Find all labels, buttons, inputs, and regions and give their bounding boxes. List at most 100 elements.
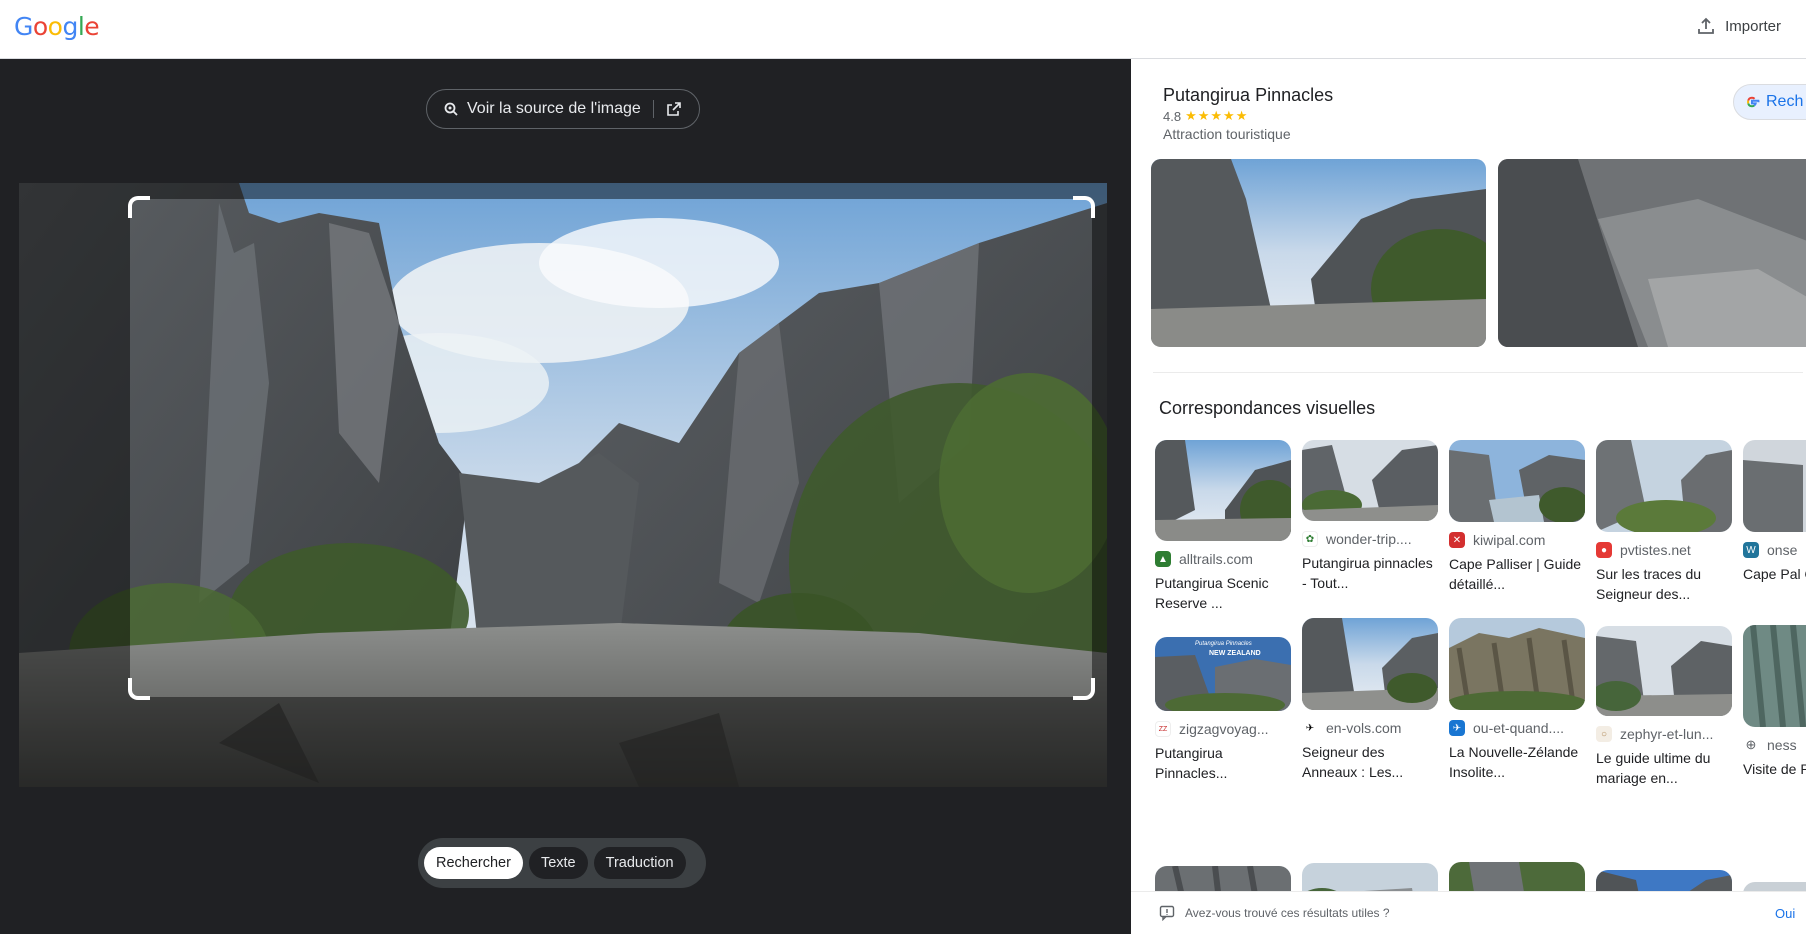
result-site: en-vols.com [1326,720,1402,736]
result-thumbnail [1743,440,1806,532]
result-thumbnail [1743,625,1806,727]
result-caption: Putangirua Pinnacles... [1155,745,1228,781]
mode-selector: Rechercher Texte Traduction [418,838,706,888]
place-rating: 4.8 ★★★★★ [1163,108,1248,124]
ou-et-quand-favicon-icon: ✈ [1449,720,1465,736]
result-site: zigzagvoyag... [1179,721,1269,737]
feedback-question: Avez-vous trouvé ces résultats utiles ? [1185,906,1390,920]
thumb-overlay-title: Putangirua Pinnacles [1195,641,1252,647]
wonder-trip-favicon-icon: ✿ [1302,531,1318,547]
logo-letter-e: e [84,12,100,41]
result-card[interactable]: ✈ en-vols.com Seigneur des Anneaux : Les.… [1302,618,1438,782]
globe-icon: ⊕ [1743,737,1759,753]
en-vols-favicon-icon: ✈ [1302,720,1318,736]
view-image-source-label: Voir la source de l'image [467,100,641,117]
result-card[interactable]: ✈ ou-et-quand.... La Nouvelle-Zélande Ins… [1449,618,1585,782]
feedback-bar: Avez-vous trouvé ces résultats utiles ? … [1131,891,1806,934]
logo-letter-o2: o [47,12,63,41]
feedback-yes-button[interactable]: Oui [1775,906,1795,921]
result-thumbnail [1596,440,1732,532]
view-image-source-button[interactable]: Voir la source de l'image [426,89,700,129]
google-search-button[interactable]: Rech [1733,84,1806,120]
pvtistes-favicon-icon: ● [1596,542,1612,558]
google-logo[interactable]: Google [14,12,100,41]
rock-wall-thumbnail [1498,159,1806,347]
thumb-overlay-subtitle: NEW ZEALAND [1209,650,1261,657]
result-card[interactable]: ▲ alltrails.com Putangirua Scenic Reserve… [1155,440,1291,613]
result-caption: Putangirua pinnacles - Tout... [1302,555,1433,591]
button-divider [652,100,654,118]
place-photo-1[interactable] [1151,159,1486,347]
result-thumbnail [1449,618,1585,710]
crop-shade-left [19,199,130,697]
section-divider [1153,372,1803,373]
result-card[interactable]: ● pvtistes.net Sur les traces du Seigneur… [1596,440,1732,604]
crop-handle-top-left[interactable] [128,196,150,218]
kiwipal-favicon-icon: ✕ [1449,532,1465,548]
top-bar: Google Importer [0,0,1806,59]
result-site: alltrails.com [1179,551,1253,567]
result-thumbnail [1449,440,1585,522]
results-pane: Putangirua Pinnacles 4.8 ★★★★★ Attractio… [1131,59,1806,934]
result-thumbnail [1596,626,1732,716]
visual-matches-title: Correspondances visuelles [1159,398,1376,418]
import-label: Importer [1725,17,1781,35]
place-category: Attraction touristique [1163,126,1291,142]
crop-shade-top [19,183,1107,199]
search-button-label: Rech [1766,93,1804,110]
result-caption: Visite de Putangir [1743,761,1806,777]
image-viewer-pane: Voir la source de l'image Rechercher Tex… [0,59,1131,934]
place-photo-2[interactable] [1498,159,1806,347]
zephyr-favicon-icon: ○ [1596,726,1612,742]
lens-search-icon [443,101,459,117]
result-card[interactable]: ⊕ ness Visite de Putangir [1743,625,1806,799]
import-button[interactable]: Importer [1697,13,1781,39]
google-g-icon [1744,94,1760,110]
result-card[interactable]: Putangirua Pinnacles NEW ZEALAND ZZ zigza… [1155,637,1291,783]
query-image[interactable] [19,183,1107,787]
result-card[interactable]: ✕ kiwipal.com Cape Palliser | Guide détai… [1449,440,1585,594]
wordpress-favicon-icon: W [1743,542,1759,558]
feedback-icon [1159,905,1175,921]
result-thumbnail [1302,440,1438,521]
result-thumbnail: Putangirua Pinnacles NEW ZEALAND [1155,637,1291,711]
zigzag-favicon-icon: ZZ [1155,721,1171,737]
result-card[interactable]: Wonse Cape Pal On se ca [1743,440,1806,604]
logo-letter-g2: g [62,12,78,41]
logo-letter-o1: o [32,12,48,41]
result-caption: Sur les traces du Seigneur des... [1596,566,1702,602]
rating-value: 4.8 [1163,108,1182,124]
upload-icon [1697,17,1715,35]
crop-handle-bottom-left[interactable] [128,678,150,700]
result-caption: Cape Pal On se ca [1743,566,1806,582]
crop-handle-bottom-right[interactable] [1073,678,1095,700]
result-site: zephyr-et-lun... [1620,726,1714,742]
result-site: pvtistes.net [1620,542,1691,558]
result-thumbnail [1302,618,1438,710]
place-title[interactable]: Putangirua Pinnacles [1163,85,1333,106]
canyon-thumbnail [1151,159,1486,347]
mode-tab-translate[interactable]: Traduction [593,847,686,879]
result-caption: La Nouvelle-Zélande Insolite... [1449,744,1579,780]
result-site: kiwipal.com [1473,532,1546,548]
logo-letter-g: G [14,12,33,41]
open-external-icon [666,101,682,117]
result-site: wonder-trip.... [1326,531,1412,547]
result-site: ou-et-quand.... [1473,720,1565,736]
mode-tab-search[interactable]: Rechercher [424,847,523,879]
result-card[interactable]: ✿ wonder-trip.... Putangirua pinnacles - … [1302,440,1438,593]
result-thumbnail [1155,440,1291,541]
result-caption: Putangirua Scenic Reserve ... [1155,575,1269,611]
result-caption: Seigneur des Anneaux : Les... [1302,744,1404,780]
alltrails-favicon-icon: ▲ [1155,551,1171,567]
result-site: ness [1767,737,1797,753]
result-site: onse [1767,542,1798,558]
crop-shade-bottom [19,697,1107,787]
result-caption: Le guide ultime du mariage en... [1596,750,1711,786]
crop-shade-right [1092,199,1107,697]
result-caption: Cape Palliser | Guide détaillé... [1449,556,1582,592]
mode-tab-text[interactable]: Texte [528,847,588,879]
rating-stars-icon: ★★★★★ [1185,108,1249,123]
result-card[interactable]: ○ zephyr-et-lun... Le guide ultime du mar… [1596,626,1732,788]
crop-handle-top-right[interactable] [1073,196,1095,218]
